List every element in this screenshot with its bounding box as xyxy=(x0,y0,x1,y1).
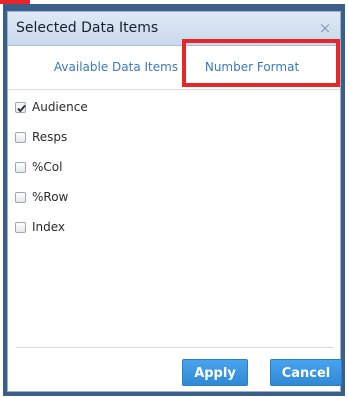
list-item-label: Index xyxy=(32,220,66,234)
selected-data-items-dialog: Selected Data Items × Available Data Ite… xyxy=(7,11,342,392)
list-item-row[interactable]: %Row xyxy=(15,189,68,205)
cancel-button[interactable]: Cancel xyxy=(270,359,342,386)
list-item-resps[interactable]: Resps xyxy=(15,129,67,145)
resps-checkbox[interactable] xyxy=(15,131,26,143)
apply-button[interactable]: Apply xyxy=(182,359,248,386)
dialog-titlebar: Selected Data Items × xyxy=(8,12,340,46)
list-item-index[interactable]: Index xyxy=(15,219,65,235)
check-icon xyxy=(17,104,26,112)
dialog-title: Selected Data Items xyxy=(16,20,159,36)
col-checkbox[interactable] xyxy=(15,161,26,173)
list-item-col[interactable]: %Col xyxy=(15,159,62,175)
row-checkbox[interactable] xyxy=(15,191,26,203)
list-item-label: Resps xyxy=(32,130,68,144)
close-icon[interactable]: × xyxy=(316,19,334,37)
audience-checkbox[interactable] xyxy=(15,101,26,113)
list-item-label: %Row xyxy=(32,190,69,204)
list-item-label: Audience xyxy=(32,100,88,114)
tab-number-format[interactable]: Number Format xyxy=(192,46,312,89)
tab-available-data-items[interactable]: Available Data Items xyxy=(48,46,184,89)
list-item-label: %Col xyxy=(32,160,63,174)
index-checkbox[interactable] xyxy=(15,221,26,233)
footer-divider xyxy=(16,347,334,348)
list-item-audience[interactable]: Audience xyxy=(15,99,88,115)
tab-bar: Available Data Items Number Format xyxy=(8,46,340,90)
